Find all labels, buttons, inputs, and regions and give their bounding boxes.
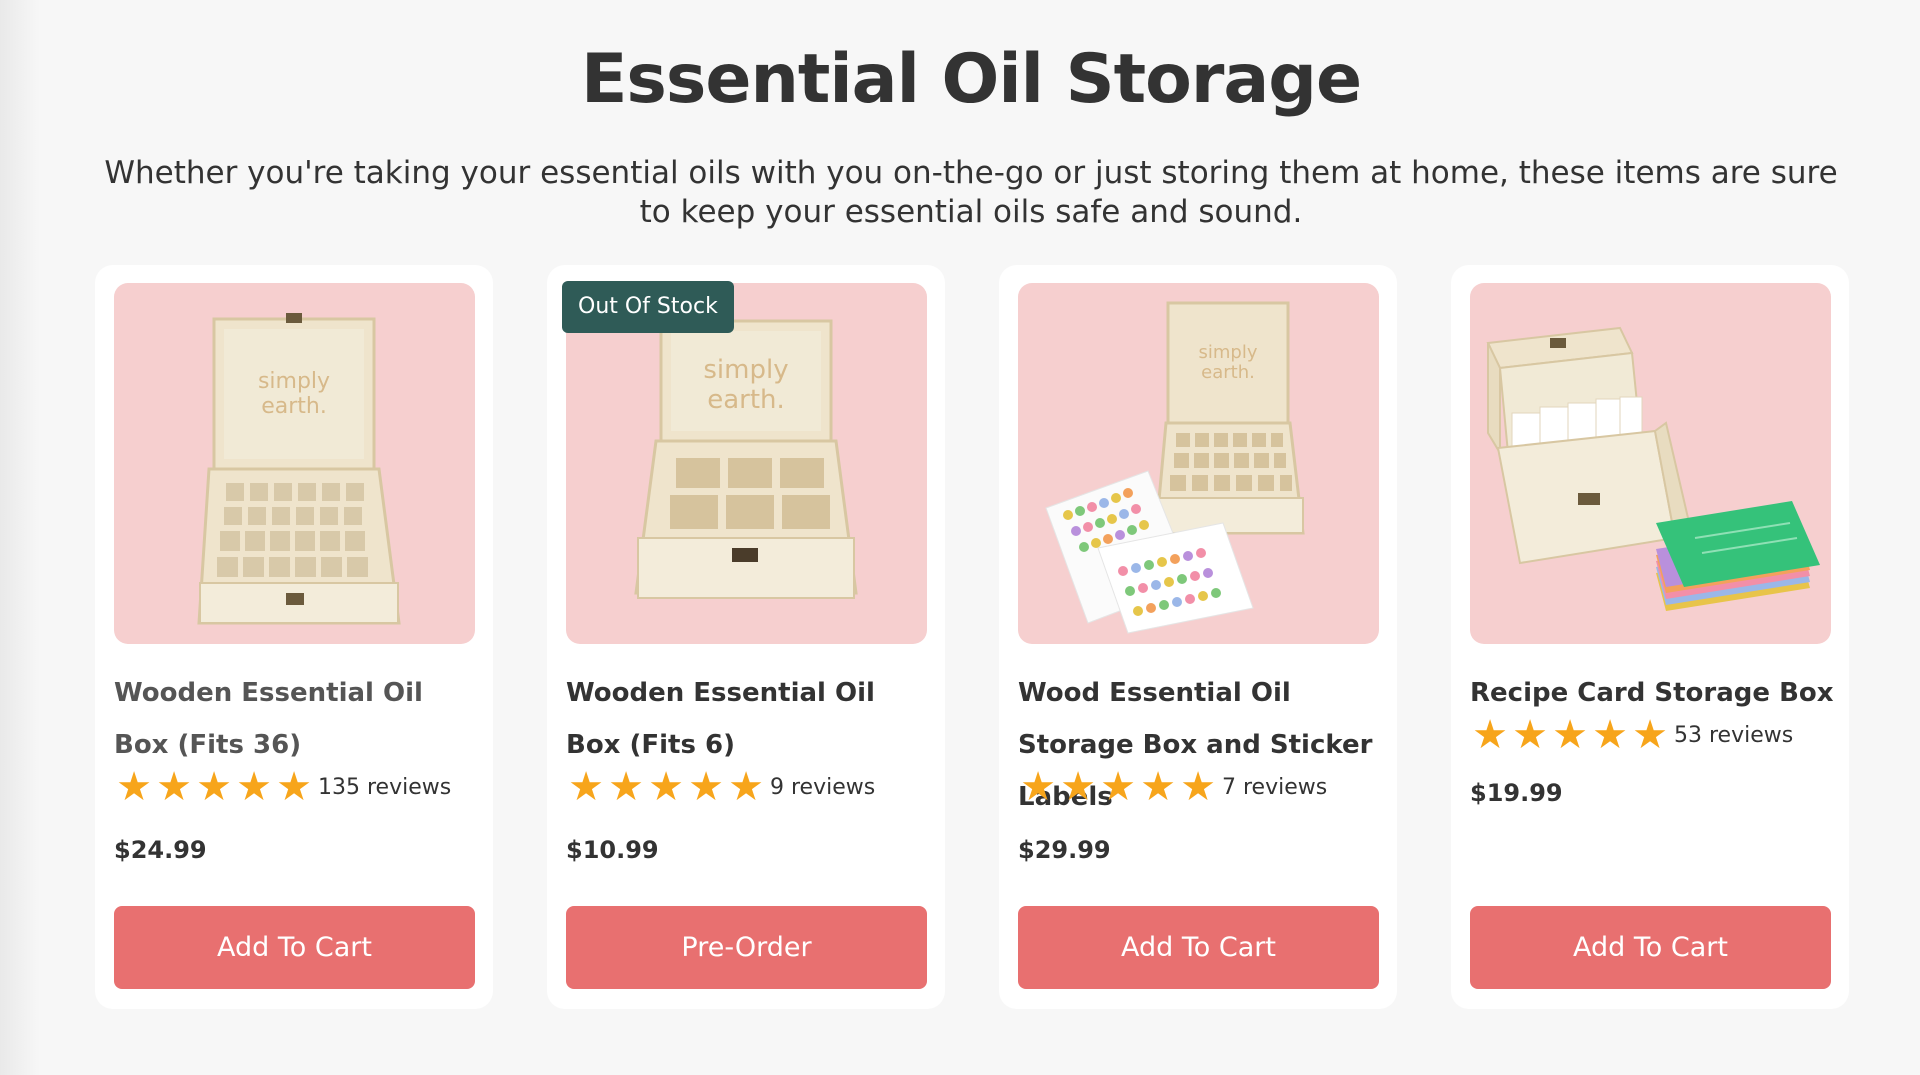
add-to-cart-button[interactable]: Add To Cart — [1018, 906, 1379, 989]
svg-text:simply: simply — [1199, 342, 1258, 363]
out-of-stock-badge: Out Of Stock — [562, 281, 734, 333]
star-icon: ★ — [688, 764, 724, 810]
product-title[interactable]: Wooden Essential Oil Box (Fits 6) — [566, 667, 936, 771]
star-rating: ★ ★ ★ ★ ★ — [1470, 715, 1670, 755]
product-price: $24.99 — [114, 836, 207, 864]
star-icon: ★ — [1472, 712, 1508, 758]
product-image[interactable]: simply earth. — [1018, 283, 1379, 644]
page-intro: Whether you're taking your essential oil… — [104, 155, 1838, 230]
recipe-card-box-image — [1486, 326, 1820, 611]
add-to-cart-button[interactable]: Add To Cart — [114, 906, 475, 989]
product-price: $29.99 — [1018, 836, 1111, 864]
star-icon: ★ — [1020, 764, 1056, 810]
star-icon: ★ — [1180, 764, 1216, 810]
product-title[interactable]: Wooden Essential Oil Box (Fits 36) — [114, 667, 484, 771]
svg-text:earth.: earth. — [1201, 362, 1255, 383]
star-icon: ★ — [648, 764, 684, 810]
star-icon: ★ — [1592, 712, 1628, 758]
product-image[interactable]: simply earth. — [114, 283, 475, 644]
svg-text:earth.: earth. — [707, 385, 785, 415]
star-icon: ★ — [568, 764, 604, 810]
star-icon: ★ — [1100, 764, 1136, 810]
svg-text:earth.: earth. — [261, 394, 327, 419]
star-icon: ★ — [1140, 764, 1176, 810]
product-rating: ★ ★ ★ ★ ★ 53 reviews — [1470, 715, 1793, 755]
page-edge-shadow — [0, 0, 40, 1075]
star-icon: ★ — [1632, 712, 1668, 758]
star-icon: ★ — [236, 764, 272, 810]
product-image[interactable]: simply earth. — [566, 283, 927, 644]
star-rating: ★ ★ ★ ★ ★ — [566, 767, 766, 807]
star-icon: ★ — [116, 764, 152, 810]
svg-text:simply: simply — [703, 355, 788, 385]
review-count[interactable]: 135 reviews — [318, 775, 451, 800]
star-icon: ★ — [276, 764, 312, 810]
product-price: $10.99 — [566, 836, 659, 864]
product-card: Recipe Card Storage Box ★ ★ ★ ★ ★ 53 rev… — [1451, 265, 1849, 1009]
product-rating: ★ ★ ★ ★ ★ 7 reviews — [1018, 767, 1327, 807]
star-icon: ★ — [1060, 764, 1096, 810]
star-icon: ★ — [728, 764, 764, 810]
product-rating: ★ ★ ★ ★ ★ 9 reviews — [566, 767, 875, 807]
product-card: simply earth. Wood Essential Oil Storage… — [999, 265, 1397, 1009]
star-rating: ★ ★ ★ ★ ★ — [1018, 767, 1218, 807]
product-rating: ★ ★ ★ ★ ★ 135 reviews — [114, 767, 451, 807]
star-icon: ★ — [1552, 712, 1588, 758]
product-image[interactable] — [1470, 283, 1831, 644]
svg-text:simply: simply — [258, 369, 330, 394]
page-title: Essential Oil Storage — [580, 40, 1362, 119]
star-icon: ★ — [1512, 712, 1548, 758]
pre-order-button[interactable]: Pre-Order — [566, 906, 927, 989]
add-to-cart-button[interactable]: Add To Cart — [1470, 906, 1831, 989]
wooden-box-36-slots-image: simply earth. — [197, 313, 401, 625]
star-icon: ★ — [156, 764, 192, 810]
wooden-box-with-sticker-sheets-image: simply earth. — [1045, 301, 1305, 634]
product-card: simply earth. Wooden Essential Oil Box (… — [95, 265, 493, 1009]
star-rating: ★ ★ ★ ★ ★ — [114, 767, 314, 807]
review-count[interactable]: 7 reviews — [1222, 775, 1327, 800]
wooden-box-6-slots-image: simply earth. — [634, 319, 858, 599]
review-count[interactable]: 9 reviews — [770, 775, 875, 800]
product-card: simply earth. Out Of Stock Wooden Essent… — [547, 265, 945, 1009]
star-icon: ★ — [608, 764, 644, 810]
product-price: $19.99 — [1470, 779, 1563, 807]
review-count[interactable]: 53 reviews — [1674, 723, 1793, 748]
star-icon: ★ — [196, 764, 232, 810]
